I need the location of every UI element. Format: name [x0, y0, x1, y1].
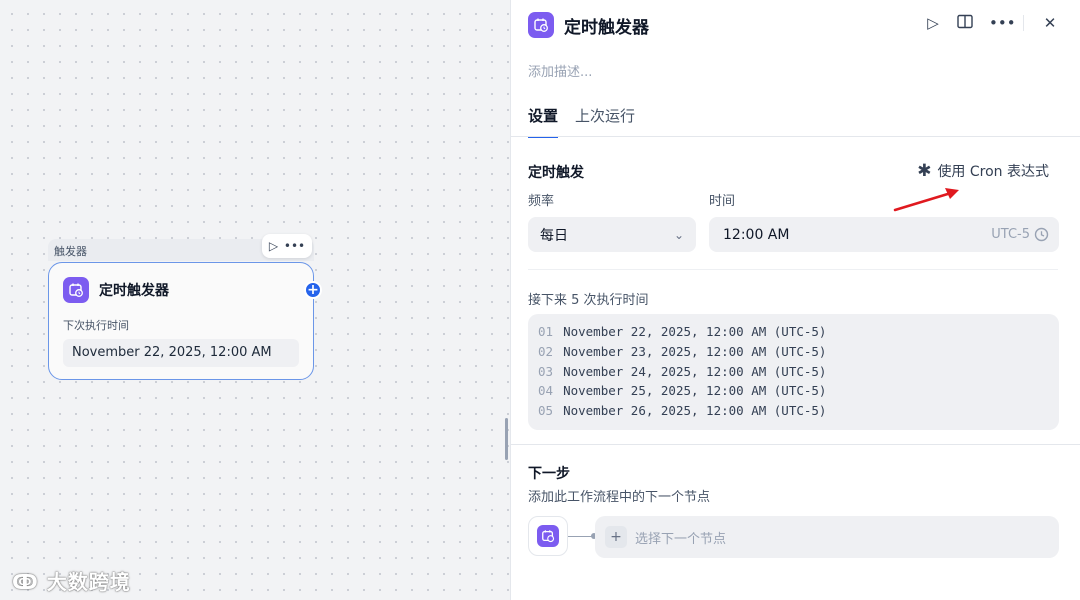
- next-runs-list: 01 November 22, 2025, 12:00 AM (UTC-5) 02…: [528, 314, 1059, 430]
- play-icon[interactable]: ▷: [925, 15, 941, 31]
- next-runs-label: 接下来 5 次执行时间: [528, 293, 649, 308]
- frequency-label: 频率: [528, 194, 555, 209]
- panel-resize-handle[interactable]: [505, 418, 508, 460]
- section-divider: [528, 269, 1058, 270]
- node-action-bar: ▷ •••: [262, 234, 312, 258]
- list-item: 01 November 22, 2025, 12:00 AM (UTC-5): [538, 324, 827, 339]
- frequency-value: 每日: [540, 227, 568, 244]
- node-next-run-label: 下次执行时间: [63, 319, 129, 332]
- list-item: 02 November 23, 2025, 12:00 AM (UTC-5): [538, 343, 827, 359]
- watermark: ↂ 大数跨境: [12, 570, 131, 594]
- tab-last-run[interactable]: 上次运行: [575, 105, 635, 138]
- section-divider: [511, 444, 1080, 445]
- node-type-label: 触发器: [54, 245, 87, 258]
- time-value: 12:00 AM: [723, 226, 790, 243]
- list-item: 04 November 25, 2025, 12:00 AM (UTC-5): [538, 383, 827, 399]
- next-step-title: 下一步: [528, 466, 570, 482]
- more-icon[interactable]: •••: [989, 15, 1016, 31]
- current-node-icon: [528, 516, 568, 556]
- trigger-node[interactable]: 定时触发器 下次执行时间 November 22, 2025, 12:00 AM: [48, 262, 314, 380]
- play-icon[interactable]: ▷: [269, 240, 278, 252]
- list-item: 03 November 24, 2025, 12:00 AM (UTC-5): [538, 363, 827, 379]
- panel-tabs: 设置 上次运行: [528, 105, 635, 138]
- panel-title[interactable]: 定时触发器: [564, 13, 649, 38]
- clock-icon: [1034, 227, 1049, 242]
- next-step-subtitle: 添加此工作流程中的下一个节点: [528, 490, 711, 505]
- node-next-run-value: November 22, 2025, 12:00 AM: [63, 339, 299, 367]
- annotation-arrow-icon: [893, 188, 959, 212]
- watermark-logo-icon: ↂ: [12, 570, 39, 594]
- schedule-section-title: 定时触发: [528, 165, 584, 181]
- time-label: 时间: [709, 194, 736, 209]
- select-next-node-label: 选择下一个节点: [635, 531, 727, 547]
- tabs-divider: [511, 136, 1080, 137]
- list-item: 05 November 26, 2025, 12:00 AM (UTC-5): [538, 403, 827, 419]
- panel-toolbar: ▷ ••• ✕: [925, 14, 1058, 32]
- book-icon[interactable]: [957, 14, 973, 32]
- tab-settings[interactable]: 设置: [528, 105, 559, 138]
- workflow-canvas[interactable]: 触发器 ▷ ••• 定时触发器 下次执行时间 November 22, 2025…: [0, 0, 510, 600]
- calendar-clock-icon: [537, 525, 559, 547]
- frequency-select[interactable]: 每日 ⌄: [528, 217, 696, 252]
- node-settings-panel: 定时触发器 ▷ ••• ✕ 添加描述... 设置 上次运行 定时触发 ✱ 使用 …: [510, 0, 1080, 600]
- close-icon[interactable]: ✕: [1042, 15, 1058, 31]
- asterisk-icon: ✱: [917, 161, 932, 181]
- time-input[interactable]: 12:00 AM UTC-5: [709, 217, 1059, 252]
- plus-icon: +: [605, 526, 627, 548]
- cron-toggle-label: 使用 Cron 表达式: [937, 164, 1049, 180]
- timezone-badge: UTC-5: [991, 227, 1049, 242]
- chevron-down-icon: ⌄: [673, 227, 684, 242]
- select-next-node-button[interactable]: + 选择下一个节点: [595, 516, 1059, 558]
- toolbar-divider: [1023, 15, 1024, 31]
- add-node-handle[interactable]: +: [304, 281, 322, 299]
- calendar-clock-icon: [63, 277, 89, 303]
- use-cron-toggle[interactable]: ✱ 使用 Cron 表达式: [917, 161, 1049, 181]
- node-title: 定时触发器: [99, 283, 169, 299]
- more-icon[interactable]: •••: [284, 240, 305, 252]
- calendar-clock-icon: [528, 12, 554, 38]
- description-input[interactable]: 添加描述...: [528, 61, 592, 80]
